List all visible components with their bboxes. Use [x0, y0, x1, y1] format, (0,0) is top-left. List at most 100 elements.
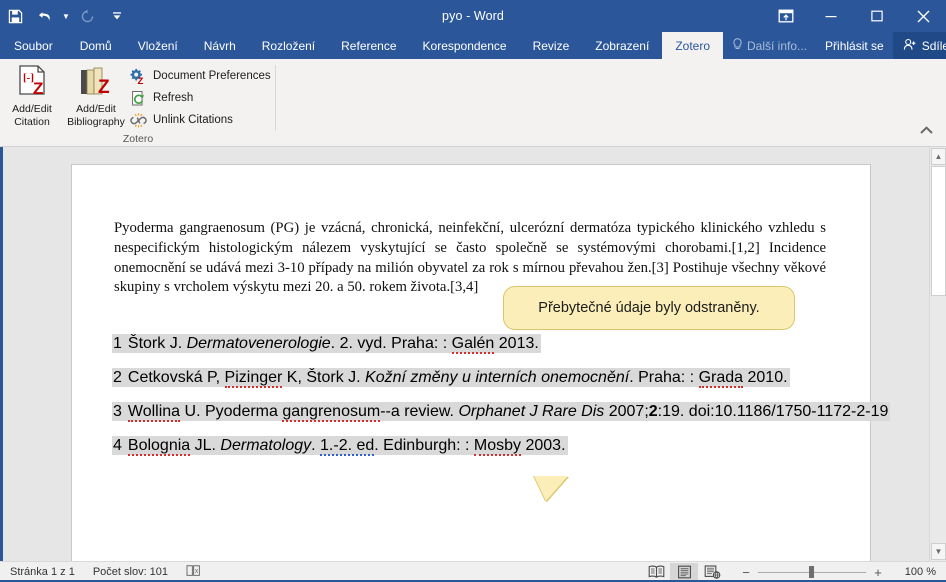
word-window: ▼ pyo - Word Soubor Domů Vložení Návrh R…	[0, 0, 946, 582]
document-preferences-label: Document Preferences	[153, 70, 271, 82]
view-print-layout-icon[interactable]	[670, 562, 698, 582]
tab-revize[interactable]: Revize	[520, 32, 583, 59]
close-icon[interactable]	[900, 0, 946, 32]
add-edit-bibliography-button[interactable]: Z Add/Edit Bibliography	[60, 62, 132, 134]
add-edit-citation-icon: [-] Z	[15, 62, 49, 100]
bibliography-entry-3[interactable]: 3 Wollina U. Pyoderma gangrenosum--a revi…	[112, 402, 891, 422]
status-right: − + 100 %	[642, 562, 946, 582]
bib-run: Kožní změny u interních onemocnění	[365, 369, 630, 386]
tell-me-label: Další info...	[747, 38, 808, 53]
page-indicator[interactable]: Stránka 1 z 1	[10, 566, 75, 578]
bib-run: Grada	[698, 369, 744, 388]
callout-bubble: Přebytečné údaje byly odstraněny.	[503, 286, 795, 330]
document-page[interactable]: Pyoderma gangraenosum (PG) je vzácná, ch…	[72, 165, 891, 561]
bib-run: --a review.	[380, 403, 459, 420]
refresh-button[interactable]: Refresh	[130, 87, 193, 109]
unlink-citations-label: Unlink Citations	[153, 114, 233, 126]
bib-run: Bolognia	[127, 437, 191, 456]
tab-soubor[interactable]: Soubor	[0, 32, 67, 59]
tabstrip-right-actions: Další info... Přihlásit se Sdílet	[723, 32, 946, 59]
bib-run: JL.	[190, 437, 221, 454]
svg-text:Z: Z	[138, 76, 144, 85]
sign-in-button[interactable]: Přihlásit se	[816, 32, 893, 59]
proofing-language-icon[interactable]: x	[186, 564, 202, 580]
tab-navrh[interactable]: Návrh	[191, 32, 249, 59]
bib-run: :19. doi:10.1186/1750-1172-2-19	[657, 403, 889, 420]
share-button[interactable]: Sdílet	[892, 32, 946, 59]
bib-run: U. Pyoderma	[180, 403, 283, 420]
status-left: Stránka 1 z 1 Počet slov: 101 x	[0, 564, 202, 580]
bib-run: 2013.	[494, 335, 539, 352]
bib-run: Galén	[451, 335, 495, 354]
share-label: Sdílet	[921, 38, 946, 53]
tab-vlozeni[interactable]: Vložení	[125, 32, 191, 59]
tab-domu[interactable]: Domů	[67, 32, 125, 59]
bib-run: Orphanet J Rare Dis	[458, 403, 605, 420]
zoom-out-button[interactable]: −	[740, 565, 752, 580]
add-edit-citation-button[interactable]: [-] Z Add/Edit Citation	[2, 62, 62, 134]
ribbon-tabs: Soubor Domů Vložení Návrh Rozložení Refe…	[0, 32, 946, 59]
bib-number-2: 2	[113, 369, 122, 386]
bib-run: 2010.	[743, 369, 788, 386]
bibliography-entry-4[interactable]: 4 Bolognia JL. Dermatology. 1.-2. ed. Edi…	[112, 436, 568, 456]
bib-run: Wollina	[127, 403, 181, 422]
status-bar: Stránka 1 z 1 Počet slov: 101 x − + 100 …	[0, 561, 946, 582]
bib-text-2: Cetkovská P, Pizinger K, Štork J. Kožní …	[128, 369, 788, 388]
add-edit-bibliography-label-1: Add/Edit	[76, 103, 116, 115]
word-count[interactable]: Počet slov: 101	[93, 566, 168, 578]
bibliography-entry-1[interactable]: 1 Štork J. Dermatovenerologie. 2. vyd. Pr…	[112, 334, 541, 354]
add-edit-citation-label-1: Add/Edit	[12, 103, 52, 115]
ribbon: [-] Z Add/Edit Citation Z Add/Edit Bibli…	[0, 59, 946, 147]
collapse-ribbon-button[interactable]	[917, 121, 935, 139]
gear-z-icon: Z	[130, 68, 147, 85]
share-person-icon	[903, 38, 917, 54]
ribbon-group-zotero: [-] Z Add/Edit Citation Z Add/Edit Bibli…	[0, 59, 276, 147]
bib-run: . Praha: :	[629, 369, 699, 386]
add-edit-bibliography-label-2: Bibliography	[67, 115, 125, 128]
tab-rozlozeni[interactable]: Rozložení	[249, 32, 328, 59]
tell-me-box[interactable]: Další info...	[723, 32, 816, 59]
maximize-icon[interactable]	[854, 0, 900, 32]
zoom-level[interactable]: 100 %	[892, 566, 936, 578]
tab-zobrazeni[interactable]: Zobrazení	[582, 32, 662, 59]
bib-run: .	[311, 437, 321, 454]
bib-run: Pizinger	[224, 369, 283, 388]
zoom-in-button[interactable]: +	[872, 565, 884, 580]
svg-text:x: x	[195, 568, 199, 575]
svg-text:Z: Z	[33, 79, 43, 98]
bib-text-3: Wollina U. Pyoderma gangrenosum--a revie…	[127, 403, 889, 422]
document-canvas[interactable]: Pyoderma gangraenosum (PG) je vzácná, ch…	[0, 147, 946, 561]
left-blue-edge	[0, 147, 3, 561]
scroll-up-icon[interactable]: ▲	[931, 148, 946, 165]
vertical-scrollbar[interactable]: ▲ ▼	[929, 147, 946, 561]
minimize-icon[interactable]	[808, 0, 854, 32]
ribbon-display-options-icon[interactable]	[764, 0, 808, 32]
scrollbar-thumb[interactable]	[931, 166, 946, 296]
tab-zotero[interactable]: Zotero	[662, 32, 723, 59]
bib-number-1: 1	[113, 335, 122, 352]
bib-run: 2	[648, 403, 658, 420]
unlink-citations-button[interactable]: Unlink Citations	[130, 109, 233, 131]
bibliography-entry-2[interactable]: 2 Cetkovská P, Pizinger K, Štork J. Kožní…	[112, 368, 790, 388]
add-edit-citation-label-2: Citation	[14, 115, 50, 128]
view-read-mode-icon[interactable]	[642, 563, 670, 582]
bib-run: Štork J.	[127, 335, 187, 352]
title-bar: ▼ pyo - Word	[0, 0, 946, 32]
bib-number-4: 4	[113, 437, 122, 454]
callout-tail	[534, 476, 568, 501]
bib-run: Mosby	[473, 437, 522, 456]
view-web-layout-icon[interactable]	[698, 563, 726, 582]
document-preferences-button[interactable]: Z Document Preferences	[130, 65, 271, 87]
window-controls	[764, 0, 946, 32]
bib-run: 2007;	[604, 403, 649, 420]
tab-korespondence[interactable]: Korespondence	[410, 32, 520, 59]
bib-run: Cetkovská P,	[127, 369, 225, 386]
bib-text-1: Štork J. Dermatovenerologie. 2. vyd. Pra…	[128, 335, 539, 354]
bib-number-3: 3	[113, 403, 122, 420]
ribbon-group-label: Zotero	[122, 133, 154, 145]
zoom-slider-thumb[interactable]	[809, 566, 814, 578]
bib-run: gangrenosum	[282, 403, 381, 422]
tab-reference[interactable]: Reference	[328, 32, 409, 59]
scroll-down-icon[interactable]: ▼	[931, 543, 946, 560]
zoom-slider[interactable]	[758, 566, 866, 578]
